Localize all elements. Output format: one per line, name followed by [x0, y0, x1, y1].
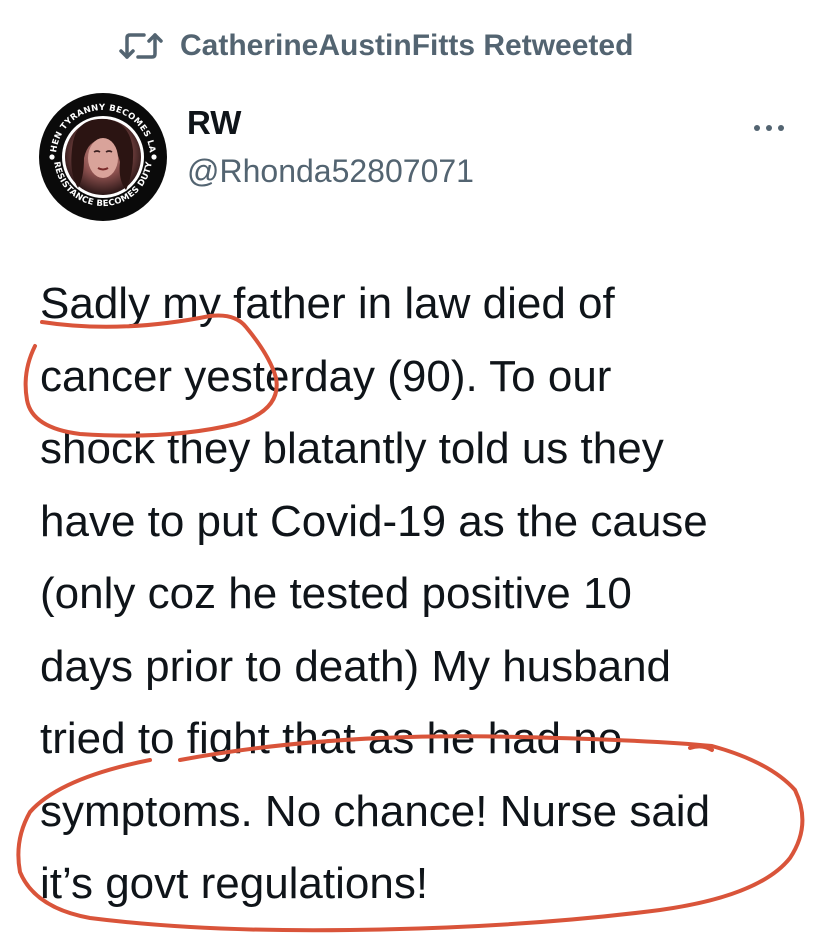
retweet-banner-text[interactable]: CatherineAustinFitts Retweeted [180, 29, 633, 63]
tweet-text: Sadly my father in law died of cancer ye… [40, 279, 711, 908]
more-horizontal-icon[interactable] [752, 120, 786, 136]
retweet-icon [118, 29, 168, 63]
author-handle[interactable]: @Rhonda52807071 [187, 153, 474, 190]
author-name[interactable]: RW [187, 104, 241, 142]
retweet-banner[interactable]: CatherineAustinFitts Retweeted [118, 26, 633, 66]
avatar[interactable]: WHEN TYRANNY BECOMES LAW RESISTANCE BECO… [33, 85, 168, 222]
